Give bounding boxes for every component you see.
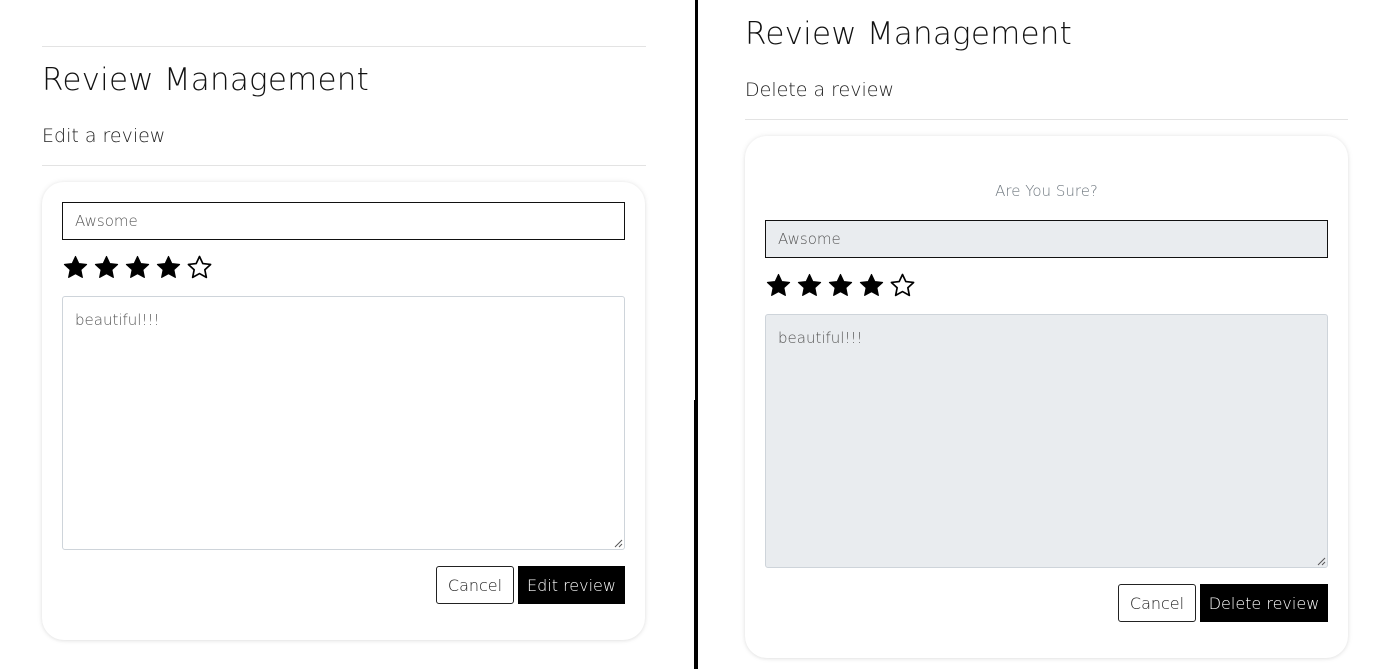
delete-review-button[interactable]: Delete review (1200, 584, 1328, 622)
edit-review-card: beautiful!!! Cancel Edit review (42, 182, 645, 640)
page-subtitle: Edit a review (42, 125, 166, 147)
page-subtitle: Delete a review (745, 79, 894, 101)
confirm-message: Are You Sure? (995, 182, 1098, 200)
star-rating[interactable] (62, 254, 213, 281)
star-rating (765, 272, 916, 299)
star-filled-icon[interactable] (124, 254, 151, 281)
top-divider (42, 46, 646, 47)
star-filled-icon[interactable] (62, 254, 89, 281)
star-filled-icon (796, 272, 823, 299)
review-title-input[interactable] (62, 202, 625, 240)
review-title-input (765, 220, 1328, 258)
resize-grip-icon[interactable] (1316, 556, 1326, 566)
section-divider (745, 119, 1348, 120)
star-filled-icon[interactable] (93, 254, 120, 281)
star-filled-icon (858, 272, 885, 299)
review-text-area: beautiful!!! (765, 314, 1328, 568)
review-text-area[interactable]: beautiful!!! (62, 296, 625, 550)
delete-review-pane: Review Management Delete a review Are Yo… (700, 0, 1397, 669)
star-outline-icon[interactable] (186, 254, 213, 281)
star-filled-icon (827, 272, 854, 299)
resize-grip-icon[interactable] (613, 538, 623, 548)
star-filled-icon (765, 272, 792, 299)
pane-divider-highlight (694, 0, 695, 400)
section-divider (42, 165, 646, 166)
cancel-button[interactable]: Cancel (436, 566, 514, 604)
page-title: Review Management (42, 62, 369, 98)
cancel-button[interactable]: Cancel (1118, 584, 1196, 622)
star-filled-icon[interactable] (155, 254, 182, 281)
star-outline-icon (889, 272, 916, 299)
page-title: Review Management (745, 16, 1072, 52)
edit-review-pane: Review Management Edit a review beautifu… (0, 0, 694, 669)
edit-review-button[interactable]: Edit review (518, 566, 625, 604)
delete-review-card: Are You Sure? beautiful!!! Cancel Delete… (745, 136, 1348, 658)
